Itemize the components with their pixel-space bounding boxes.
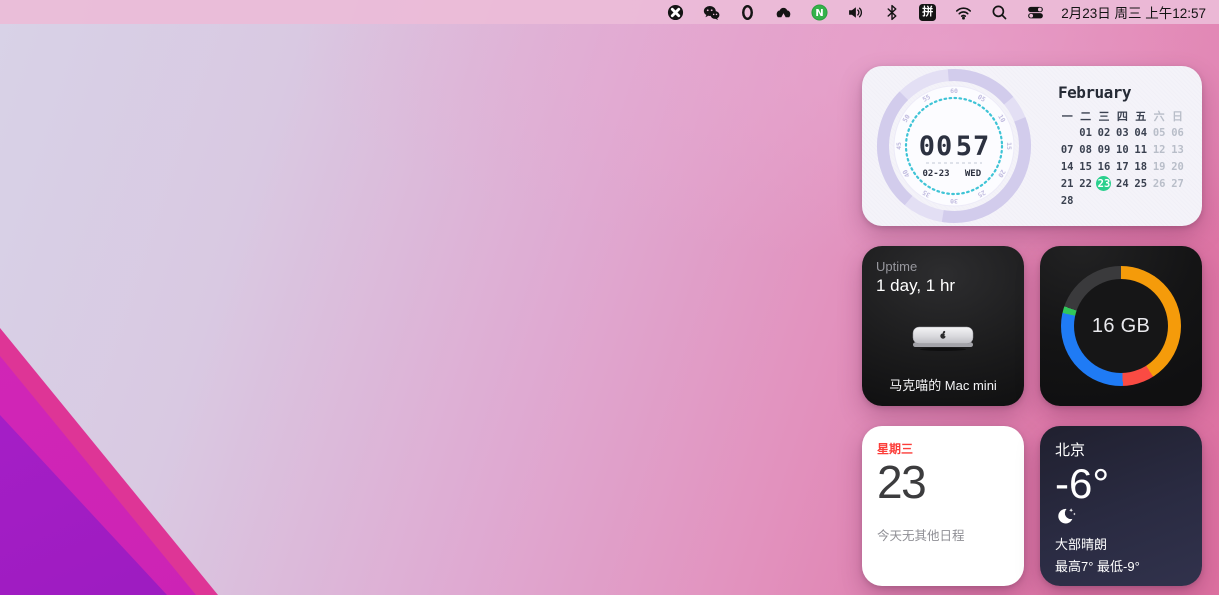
calendar-day-number: 23: [877, 458, 1009, 506]
weather-high-low: 最高7° 最低-9°: [1055, 556, 1140, 575]
device-name: 马克喵的 Mac mini: [862, 375, 1024, 394]
calendar-no-events-note: 今天无其他日程: [877, 525, 965, 544]
calendar-cell: 二: [1076, 107, 1094, 124]
calendar-cell: 四: [1113, 107, 1131, 124]
dial-number: 45: [895, 142, 903, 150]
notification-center-widgets: 600510152025303540455055 00 57 02-23 WED…: [862, 66, 1202, 586]
calendar-cell: 05: [1150, 124, 1168, 141]
month-title: February: [1058, 83, 1194, 102]
weather-widget[interactable]: 北京 -6° 大部晴朗 最高7° 最低-9°: [1040, 426, 1202, 586]
calendar-cell: 五: [1132, 107, 1150, 124]
calendar-cell: 07: [1058, 141, 1076, 158]
calendar-cell: 12: [1150, 141, 1168, 158]
calendar-cell: [1058, 124, 1076, 141]
calendar-cell: 09: [1095, 141, 1113, 158]
calendar-weekday-label: 星期三: [877, 440, 1009, 457]
green-n-app-icon[interactable]: N: [811, 4, 828, 21]
calendar-cell: 22: [1076, 175, 1094, 192]
memory-total-label: 16 GB: [1092, 315, 1150, 338]
calendar-cell: 01: [1076, 124, 1094, 141]
wifi-icon[interactable]: [955, 4, 972, 21]
calendar-cell: 15: [1076, 158, 1094, 175]
calendar-today-cell: 23: [1095, 175, 1113, 192]
calendar-cell: 日: [1168, 107, 1186, 124]
uptime-title: Uptime: [876, 259, 1010, 274]
clock-calendar-widget[interactable]: 600510152025303540455055 00 57 02-23 WED…: [862, 66, 1202, 226]
calendar-cell: 24: [1113, 175, 1131, 192]
calendar-cell: 18: [1132, 158, 1150, 175]
mac-mini-icon: [910, 324, 976, 352]
calendar-cell: [1150, 192, 1168, 209]
calendar-cell: 02: [1095, 124, 1113, 141]
calendar-cell: [1113, 192, 1131, 209]
pinwheel-app-icon[interactable]: [667, 4, 684, 21]
calendar-cell: 11: [1132, 141, 1150, 158]
calendar-cell: 一: [1058, 107, 1076, 124]
weather-condition: 大部晴朗: [1055, 534, 1140, 553]
calendar-cell: 25: [1132, 175, 1150, 192]
calendar-cell: 21: [1058, 175, 1076, 192]
calendar-cell: 13: [1168, 141, 1186, 158]
calendar-cell: [1076, 192, 1094, 209]
dial-number: 30: [950, 197, 958, 205]
volume-icon[interactable]: [847, 4, 864, 21]
calendar-cell: 10: [1113, 141, 1131, 158]
menu-bar-datetime[interactable]: 2月23日 周三 上午12:57: [1061, 2, 1206, 22]
oval-app-icon[interactable]: [739, 4, 756, 21]
weather-temperature: -6°: [1055, 460, 1187, 508]
cloud-app-icon[interactable]: [775, 4, 792, 21]
svg-text:N: N: [816, 8, 824, 19]
calendar-cell: 17: [1113, 158, 1131, 175]
weather-details: 大部晴朗 最高7° 最低-9°: [1055, 507, 1140, 575]
today-calendar-widget[interactable]: 星期三 23 今天无其他日程: [862, 426, 1024, 586]
memory-widget[interactable]: 16 GB: [1040, 246, 1202, 406]
month-calendar: February 一二三四五六日 010203040506 070809101112…: [1058, 83, 1194, 209]
calendar-cell: 三: [1095, 107, 1113, 124]
calendar-cell: 27: [1168, 175, 1186, 192]
bluetooth-icon[interactable]: [883, 4, 900, 21]
control-center-icon[interactable]: [1027, 4, 1044, 21]
calendar-cell: 06: [1168, 124, 1186, 141]
calendar-cell: 20: [1168, 158, 1186, 175]
input-method-pinyin-icon[interactable]: 拼: [919, 4, 936, 21]
uptime-widget[interactable]: Uptime 1 day, 1 hr 马克喵的 Mac mini: [862, 246, 1024, 406]
calendar-cell: 16: [1095, 158, 1113, 175]
calendar-cell: [1168, 192, 1186, 209]
clock-minute: 57: [956, 131, 991, 162]
calendar-cell: 04: [1132, 124, 1150, 141]
calendar-cell: 14: [1058, 158, 1076, 175]
calendar-cell: 03: [1113, 124, 1131, 141]
calendar-cell: 26: [1150, 175, 1168, 192]
calendar-cell: 19: [1150, 158, 1168, 175]
calendar-cell: [1095, 192, 1113, 209]
wechat-icon[interactable]: [703, 4, 720, 21]
dial-number: 60: [950, 87, 958, 95]
spotlight-search-icon[interactable]: [991, 4, 1008, 21]
menu-bar: N 拼: [0, 0, 1219, 24]
uptime-value: 1 day, 1 hr: [876, 276, 1010, 296]
dial-number: 15: [1005, 142, 1013, 150]
weather-city: 北京: [1055, 439, 1187, 460]
clock-weekday: WED: [965, 169, 982, 179]
clock-dial: 600510152025303540455055 00 57 02-23 WED: [874, 66, 1034, 226]
calendar-cell: 六: [1150, 107, 1168, 124]
calendar-cell: [1132, 192, 1150, 209]
memory-ring-hole: 16 GB: [1074, 279, 1168, 373]
clear-night-moon-icon: [1055, 507, 1077, 527]
calendar-cell: 28: [1058, 192, 1076, 209]
clock-date: 02-23: [922, 169, 949, 179]
memory-ring-chart: 16 GB: [1061, 266, 1181, 386]
clock-hour: 00: [919, 131, 954, 162]
menu-bar-status-items: N 拼: [667, 0, 1206, 24]
month-grid: 一二三四五六日010203040506070809101112131415161…: [1058, 107, 1194, 209]
calendar-cell: 08: [1076, 141, 1094, 158]
